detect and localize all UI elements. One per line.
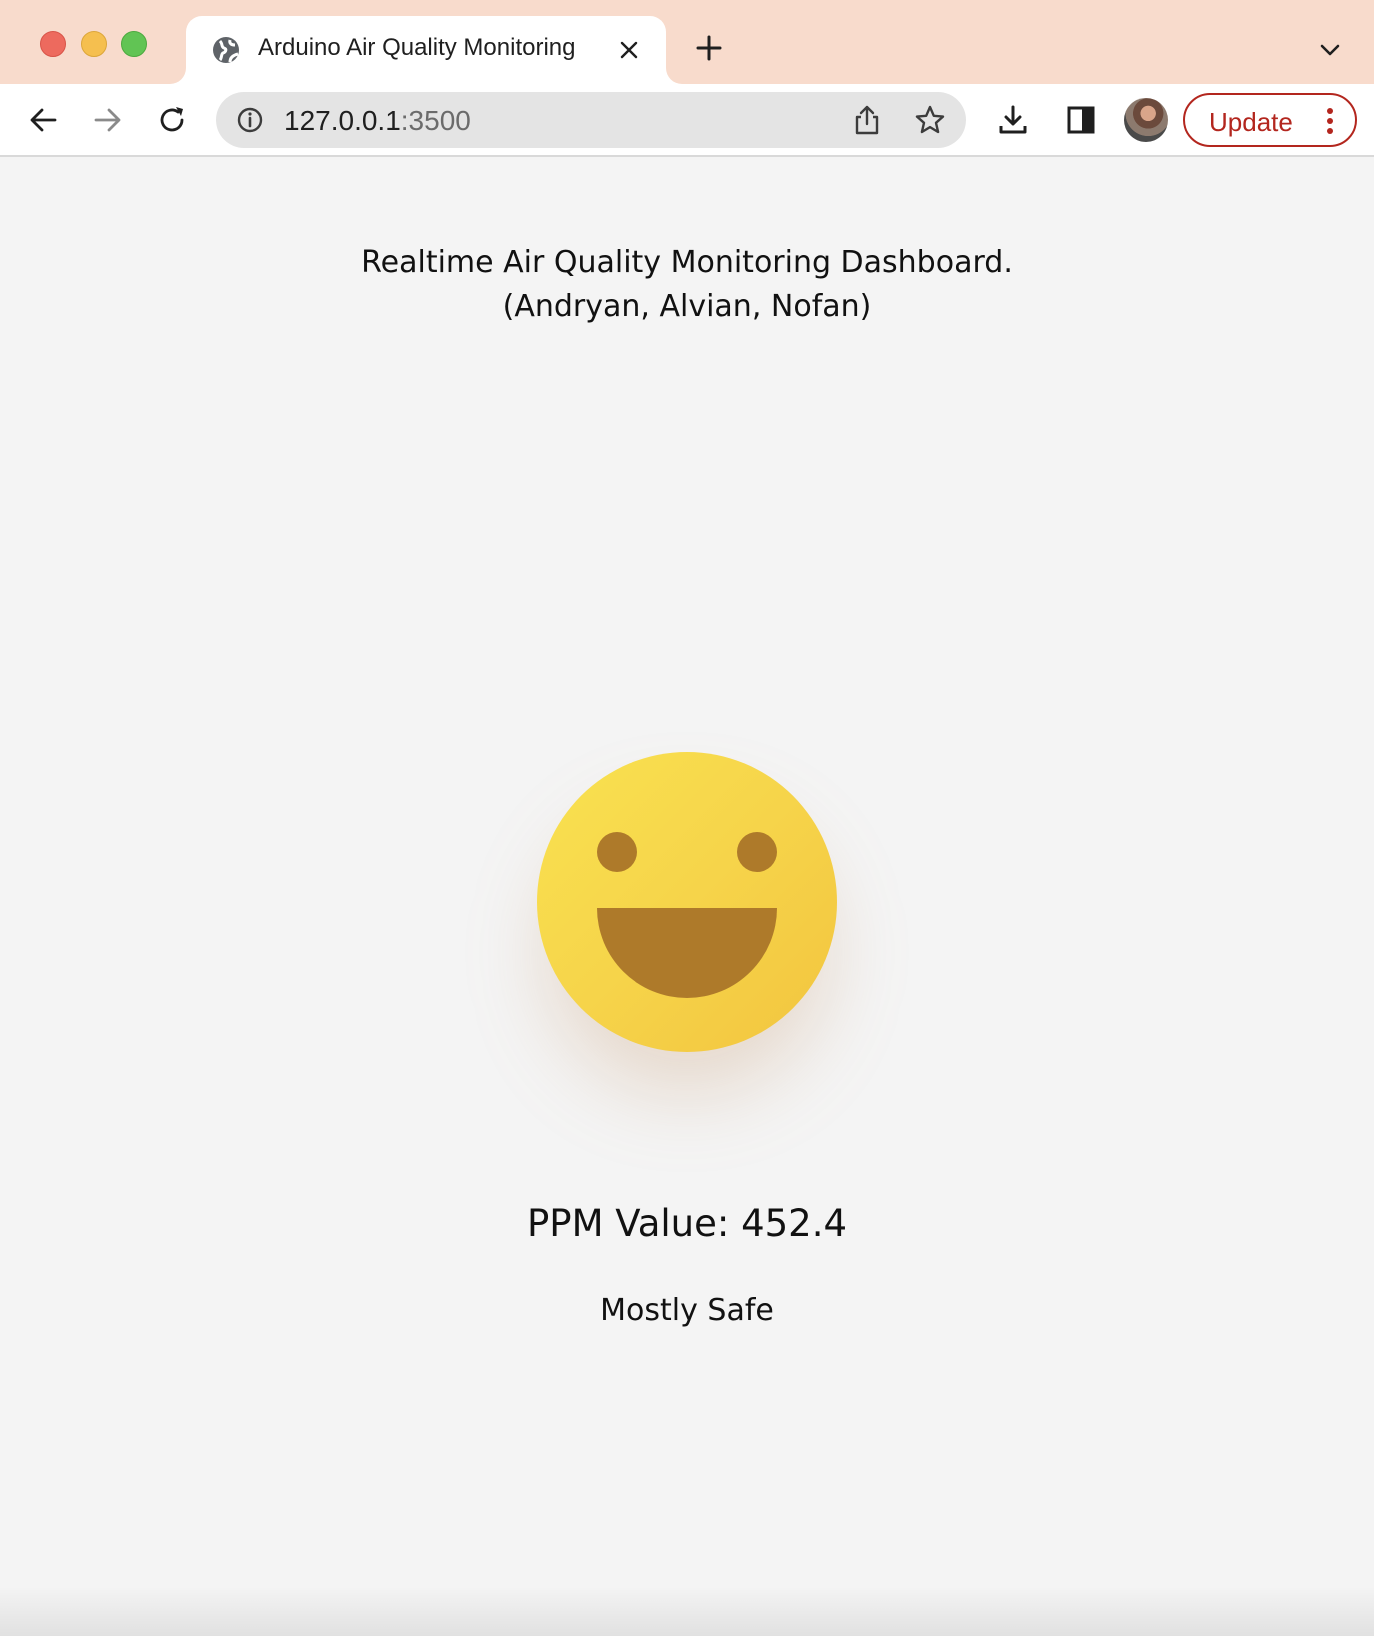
ppm-value: PPM Value: 452.4: [526, 1202, 848, 1245]
browser-window: Arduino Air Quality Monitoring 127.0.0.1…: [0, 0, 1374, 1636]
tab-active[interactable]: Arduino Air Quality Monitoring: [186, 16, 666, 84]
close-tab-icon[interactable]: [616, 37, 642, 63]
back-arrow-icon[interactable]: [28, 104, 60, 136]
page-title-line1: Realtime Air Quality Monitoring Dashboar…: [361, 245, 1013, 280]
globe-icon: [213, 37, 239, 63]
share-icon[interactable]: [852, 104, 882, 136]
left-eye: [597, 832, 637, 872]
bookmark-star-icon[interactable]: [914, 104, 946, 136]
update-button[interactable]: Update: [1183, 93, 1357, 147]
new-tab-icon[interactable]: [695, 34, 723, 62]
air-quality-indicator: [537, 752, 837, 1092]
browser-toolbar: 127.0.0.1:3500 Update: [0, 84, 1374, 157]
tab-title: Arduino Air Quality Monitoring: [258, 34, 576, 61]
profile-avatar[interactable]: [1124, 98, 1168, 142]
tab-strip: Arduino Air Quality Monitoring: [0, 0, 1374, 84]
address-bar[interactable]: 127.0.0.1:3500: [216, 92, 966, 148]
maximize-window-button[interactable]: [121, 31, 147, 57]
url-port: :3500: [400, 105, 471, 136]
right-eye: [737, 832, 777, 872]
side-panel-icon[interactable]: [1065, 104, 1097, 136]
close-window-button[interactable]: [40, 31, 66, 57]
more-vert-icon[interactable]: [1325, 107, 1335, 135]
chevron-down-icon[interactable]: [1318, 38, 1342, 62]
page-title-line2: (Andryan, Alvian, Nofan): [502, 289, 872, 324]
download-icon[interactable]: [997, 104, 1029, 136]
page-title: Realtime Air Quality Monitoring Dashboar…: [0, 241, 1374, 329]
url-text[interactable]: 127.0.0.1:3500: [284, 105, 471, 137]
mouth: [597, 908, 777, 998]
happy-face-icon: [537, 752, 837, 1052]
update-button-label: Update: [1209, 107, 1293, 137]
air-quality-status: Mostly Safe: [600, 1293, 774, 1328]
reload-icon[interactable]: [156, 104, 188, 136]
info-icon[interactable]: [236, 106, 264, 134]
bottom-shadow: [0, 1586, 1374, 1636]
page-content: Realtime Air Quality Monitoring Dashboar…: [0, 157, 1374, 1636]
url-host: 127.0.0.1: [284, 105, 401, 136]
minimize-window-button[interactable]: [81, 31, 107, 57]
forward-arrow-icon[interactable]: [91, 104, 123, 136]
